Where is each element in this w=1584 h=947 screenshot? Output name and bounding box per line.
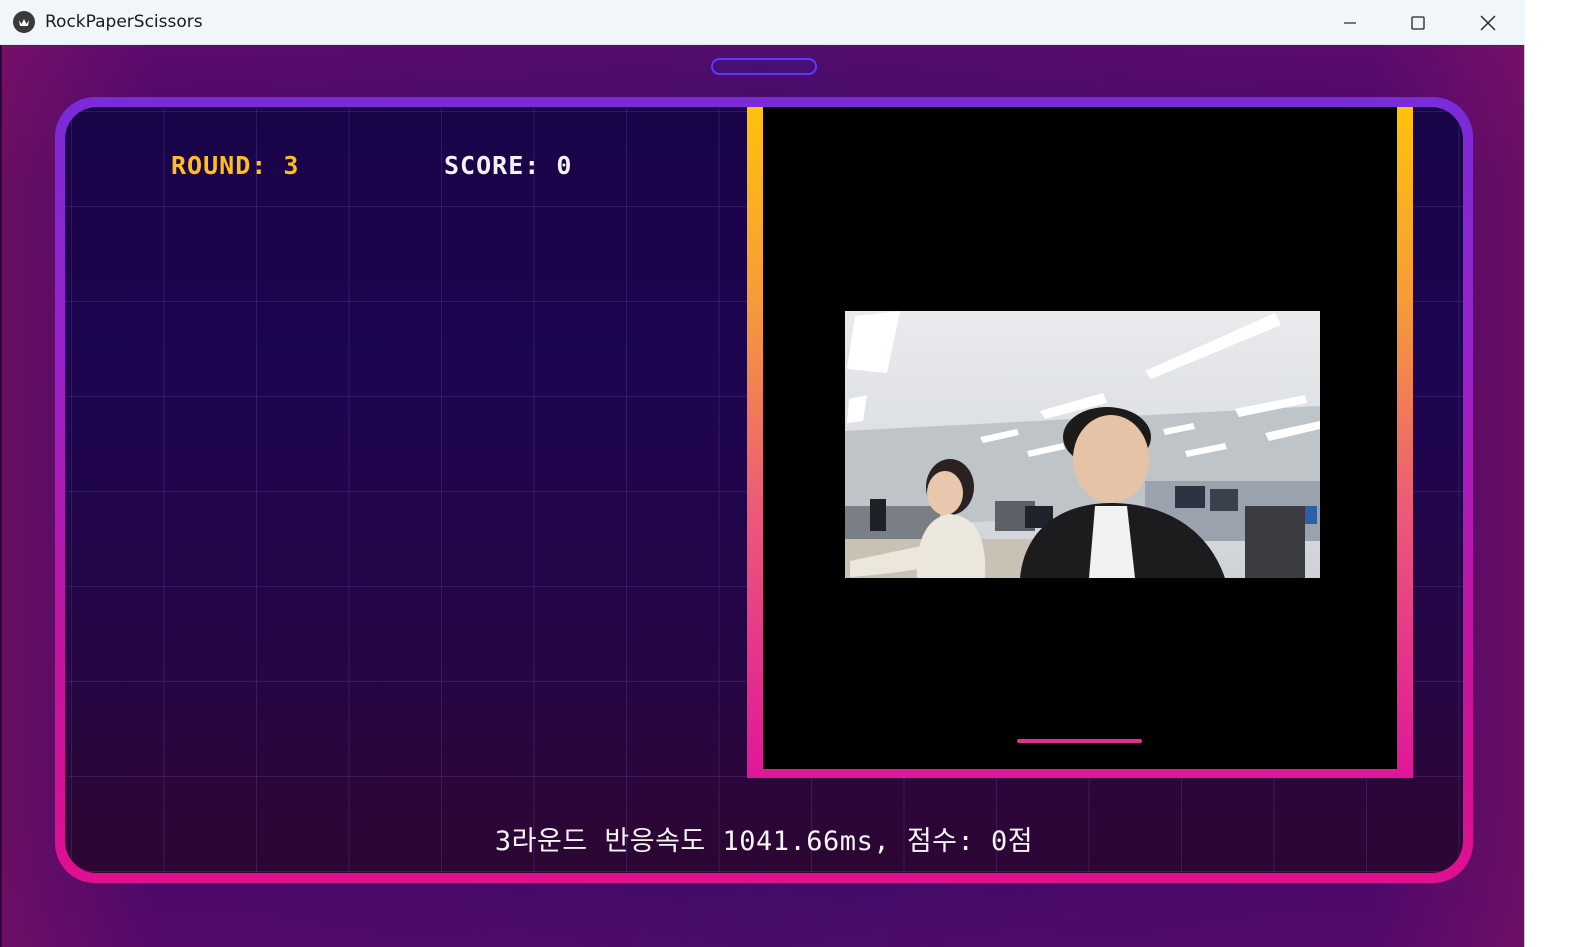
app-logo-icon xyxy=(13,11,35,33)
webcam-feed xyxy=(845,311,1320,578)
app-window: RockPaperScissors ROUND: 3 SCORE: 0 3라운드… xyxy=(0,0,1525,947)
minimize-icon xyxy=(1344,21,1356,24)
round-indicator: ROUND: 3 xyxy=(171,151,300,180)
game-panel: ROUND: 3 SCORE: 0 3라운드 반응속도 1041.66ms, 점… xyxy=(65,107,1463,873)
window-title: RockPaperScissors xyxy=(45,12,203,32)
score-indicator: SCORE: 0 xyxy=(444,151,573,180)
maximize-icon xyxy=(1411,15,1425,30)
title-bar[interactable]: RockPaperScissors xyxy=(0,0,1525,45)
close-button[interactable] xyxy=(1454,0,1522,45)
game-area: ROUND: 3 SCORE: 0 3라운드 반응속도 1041.66ms, 점… xyxy=(2,45,1524,947)
camera-frame xyxy=(747,107,1413,778)
drag-handle[interactable] xyxy=(711,58,817,75)
camera-viewport xyxy=(763,107,1397,769)
webcam-image xyxy=(845,311,1320,578)
game-frame: ROUND: 3 SCORE: 0 3라운드 반응속도 1041.66ms, 점… xyxy=(55,97,1473,883)
minimize-button[interactable] xyxy=(1316,0,1384,45)
close-icon xyxy=(1480,15,1496,30)
maximize-button[interactable] xyxy=(1384,0,1452,45)
round-result-message: 3라운드 반응속도 1041.66ms, 점수: 0점 xyxy=(494,826,1034,857)
countdown-bar xyxy=(1017,739,1142,743)
